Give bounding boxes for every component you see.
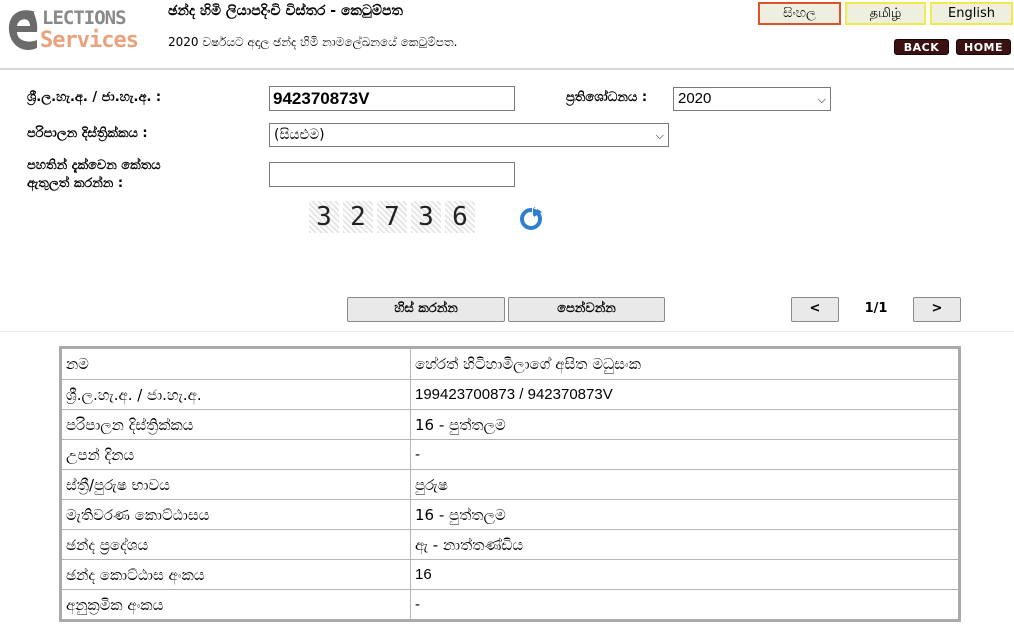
row-label-birthdate: උපන් දිනය xyxy=(62,440,411,469)
chevron-down-icon: ⌵ xyxy=(655,129,664,142)
row-value-electoral-division: 16 - පුත්තලම xyxy=(415,506,506,524)
district-label: පරිපාලන දිස්ත්‍රික්කය : xyxy=(27,126,148,141)
captcha-label-line1: පහතින් දැක්වෙන කේතය xyxy=(27,158,161,173)
clear-button[interactable]: හිස් කරන්න xyxy=(347,297,505,322)
table-row: පරිපාලන දිස්ත්‍රික්කය 16 - පුත්තලම xyxy=(62,409,958,439)
row-label-district: පරිපාලන දිස්ත්‍රික්කය xyxy=(62,410,411,439)
row-label-polling-area: ඡන්ද ප්‍රදේශය xyxy=(62,530,411,559)
table-row: මැතිවරණ කොට්ඨාසය 16 - පුත්තලම xyxy=(62,499,958,529)
district-select[interactable]: (සියළුම) ⌵ xyxy=(269,123,669,147)
captcha-label-line2: ඇතුලත් කරන්න : xyxy=(27,176,124,191)
page-indicator: 1/1 xyxy=(864,301,888,316)
row-label-nic: ශ්‍රී.ල.හැ.අ. / ජා.හැ.අ. xyxy=(62,380,411,409)
elections-services-logo: LECTIONS Services xyxy=(4,4,144,56)
row-value-serial-number: - xyxy=(415,596,420,613)
captcha-digit: 6 xyxy=(445,201,475,233)
row-value-nic: 199423700873 / 942370873V xyxy=(415,386,613,403)
table-row: උපන් දිනය - xyxy=(62,439,958,469)
row-value-polling-area: ඇ - නාත්තණ්ඩිය xyxy=(415,536,524,554)
captcha-input[interactable] xyxy=(269,162,515,187)
table-row: අනුක්‍රමික අංකය - xyxy=(62,589,958,619)
lang-sinhala-button[interactable]: සිංහල xyxy=(758,2,841,25)
logo-e-icon xyxy=(8,10,38,50)
table-row: ස්ත්‍රී/පුරුෂ භාවය පුරුෂ xyxy=(62,469,958,499)
row-label-serial-number: අනුක්‍රමික අංකය xyxy=(62,590,411,619)
table-row: ශ්‍රී.ල.හැ.අ. / ජා.හැ.අ. 199423700873 / … xyxy=(62,379,958,409)
home-button[interactable]: HOME xyxy=(956,39,1011,55)
lang-tamil-button[interactable]: தமிழ் xyxy=(845,2,926,25)
table-row: ඡන්ද ප්‍රදේශය ඇ - නාත්තණ්ඩිය xyxy=(62,529,958,559)
row-label-gender: ස්ත්‍රී/පුරුෂ භාවය xyxy=(62,470,411,499)
nic-label: ශ්‍රී.ල.හැ.අ. / ජා.හැ.අ. : xyxy=(27,90,162,105)
page-subtitle: 2020 වර්ෂයට අදාල ඡන්ද හිමි නාමලේඛනයේ කෙට… xyxy=(168,35,458,49)
row-value-division-number: 16 xyxy=(415,566,432,583)
table-row: නම හේරත් හිටිහාමිලාගේ අසිත මධුසංක xyxy=(62,349,958,379)
row-value-district: 16 - පුත්තලම xyxy=(415,416,506,434)
voter-details-table: නම හේරත් හිටිහාමිලාගේ අසිත මධුසංක ශ්‍රී.… xyxy=(59,346,961,622)
row-value-name: හේරත් හිටිහාමිලාගේ අසිත මධුසංක xyxy=(415,355,641,373)
section-divider xyxy=(0,331,1014,332)
logo-text-bottom: Services xyxy=(40,28,139,53)
refresh-captcha-icon[interactable] xyxy=(519,206,543,230)
chevron-down-icon: ⌵ xyxy=(817,94,826,106)
row-value-birthdate: - xyxy=(415,446,420,463)
nic-input[interactable]: 942370873V xyxy=(269,86,515,111)
page-title: ඡන්ද හිමි ලියාපදිංචි විස්තර - කෙටුම්පත xyxy=(168,3,403,19)
logo-text-top: LECTIONS xyxy=(42,7,127,29)
lang-english-button[interactable]: English xyxy=(930,2,1013,25)
captcha-digit: 3 xyxy=(309,201,339,233)
revision-select-value: 2020 xyxy=(678,90,712,107)
back-button[interactable]: BACK xyxy=(894,39,949,55)
next-page-button[interactable]: > xyxy=(913,297,961,322)
previous-page-button[interactable]: < xyxy=(791,297,839,322)
captcha-image: 3 2 7 3 6 xyxy=(309,201,477,233)
district-select-value: (සියළුම) xyxy=(274,127,325,143)
revision-label: ප්‍රතිශෝධනය : xyxy=(566,90,648,105)
header-divider xyxy=(0,68,1014,70)
row-label-division-number: ඡන්ද කොට්ඨාස අංකය xyxy=(62,560,411,589)
show-button[interactable]: පෙන්වන්න xyxy=(508,297,665,322)
table-row: ඡන්ද කොට්ඨාස අංකය 16 xyxy=(62,559,958,589)
captcha-digit: 3 xyxy=(411,201,441,233)
row-label-electoral-division: මැතිවරණ කොට්ඨාසය xyxy=(62,500,411,529)
row-value-gender: පුරුෂ xyxy=(415,476,448,494)
captcha-digit: 2 xyxy=(343,201,373,233)
captcha-digit: 7 xyxy=(377,201,407,233)
revision-select[interactable]: 2020 ⌵ xyxy=(673,87,831,111)
row-label-name: නම xyxy=(62,349,411,379)
